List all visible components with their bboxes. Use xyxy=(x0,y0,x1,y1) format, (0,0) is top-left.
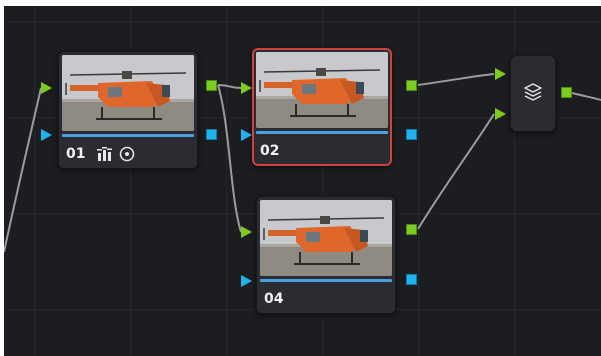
node-02-alpha-output[interactable] xyxy=(406,129,417,140)
node-editor-canvas[interactable]: 01 02 04 xyxy=(4,6,601,356)
node-label: 02 xyxy=(260,143,280,159)
node-04-alpha-output[interactable] xyxy=(406,274,417,285)
node-01-alpha-input[interactable] xyxy=(41,129,52,141)
node-thumbnail xyxy=(256,52,388,128)
helicopter-thumbnail-image xyxy=(260,200,392,276)
chart-bars-icon xyxy=(97,146,112,161)
layer-mixer-input-2[interactable] xyxy=(495,108,506,120)
helicopter-thumbnail-image xyxy=(62,55,194,131)
node-progress-bar xyxy=(260,279,392,282)
node-01[interactable]: 01 xyxy=(58,51,198,169)
node-02-rgb-output[interactable] xyxy=(406,80,417,91)
node-02[interactable]: 02 xyxy=(252,48,392,166)
node-01-rgb-input[interactable] xyxy=(41,82,52,94)
node-thumbnail xyxy=(62,55,194,131)
node-04[interactable]: 04 xyxy=(256,196,396,314)
node-thumbnail xyxy=(260,200,392,276)
node-progress-bar xyxy=(256,131,388,134)
circle-target-icon xyxy=(119,146,135,162)
layers-icon xyxy=(524,83,542,101)
node-02-alpha-input[interactable] xyxy=(241,129,252,141)
node-label: 01 xyxy=(66,146,86,162)
wire-01-to-04 xyxy=(217,84,242,233)
node-01-alpha-output[interactable] xyxy=(206,129,217,140)
node-tool-icons xyxy=(97,144,135,164)
wire-mixer-output xyxy=(571,92,601,101)
node-progress-bar xyxy=(62,134,194,137)
wire-source-to-01 xyxy=(4,87,42,253)
wire-01-to-02 xyxy=(217,84,242,89)
node-04-alpha-input[interactable] xyxy=(241,275,252,287)
wire-04-to-mixer xyxy=(417,113,495,230)
helicopter-thumbnail-image xyxy=(256,52,388,128)
node-01-rgb-output[interactable] xyxy=(206,80,217,91)
layer-mixer-node[interactable] xyxy=(510,55,556,132)
node-02-rgb-input[interactable] xyxy=(241,82,252,94)
node-04-rgb-input[interactable] xyxy=(241,226,252,238)
layer-mixer-output[interactable] xyxy=(561,87,572,98)
wire-02-to-mixer xyxy=(417,73,495,86)
node-04-rgb-output[interactable] xyxy=(406,224,417,235)
node-label: 04 xyxy=(264,291,284,307)
layer-mixer-input-1[interactable] xyxy=(495,68,506,80)
